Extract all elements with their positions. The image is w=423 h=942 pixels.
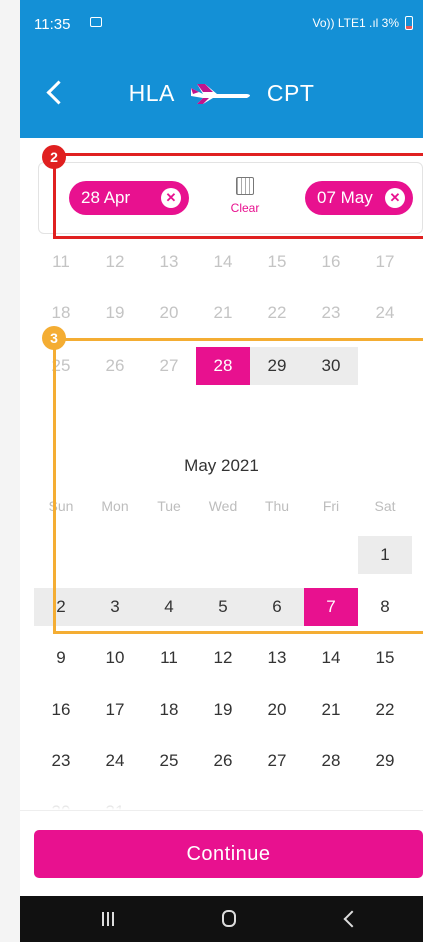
day-cell[interactable]: 19 — [88, 294, 142, 332]
day-cell[interactable]: 12 — [196, 639, 250, 677]
day-cell[interactable]: 24 — [88, 742, 142, 780]
day-cell[interactable]: 19 — [196, 691, 250, 729]
scroll-fade — [20, 780, 423, 810]
battery-icon — [405, 16, 413, 30]
day-cell[interactable]: 29 — [358, 742, 412, 780]
day-cell[interactable]: 24 — [358, 294, 412, 332]
day-cell[interactable]: 20 — [142, 294, 196, 332]
android-nav-bar — [20, 896, 423, 942]
status-indicators: Vo)) LTE1 .ıl 3% — [312, 16, 399, 30]
day-cell[interactable]: 23 — [304, 294, 358, 332]
day-cell[interactable]: 21 — [304, 691, 358, 729]
day-cell[interactable]: 28 — [304, 742, 358, 780]
day-cell[interactable]: 10 — [88, 639, 142, 677]
day-cell[interactable]: 11 — [34, 243, 88, 281]
destination-code: CPT — [266, 80, 315, 106]
day-cell[interactable]: 22 — [250, 294, 304, 332]
continue-bar: Continue — [20, 810, 423, 897]
annotation-box-red — [53, 153, 423, 239]
day-cell[interactable]: 23 — [34, 742, 88, 780]
back-icon[interactable] — [343, 910, 361, 928]
day-cell[interactable]: 18 — [142, 691, 196, 729]
day-cell[interactable]: 9 — [34, 639, 88, 677]
day-cell[interactable]: 17 — [358, 243, 412, 281]
status-right: Vo)) LTE1 .ıl 3% — [313, 16, 413, 30]
day-cell[interactable]: 20 — [250, 691, 304, 729]
status-time: 11:35 — [34, 16, 71, 33]
header: HLA CPT — [20, 46, 423, 138]
day-cell[interactable]: 15 — [358, 639, 412, 677]
day-cell[interactable]: 16 — [304, 243, 358, 281]
day-cell[interactable]: 22 — [358, 691, 412, 729]
home-icon[interactable] — [222, 910, 236, 927]
day-cell[interactable]: 14 — [304, 639, 358, 677]
day-cell[interactable]: 27 — [250, 742, 304, 780]
day-cell[interactable]: 11 — [142, 639, 196, 677]
day-cell[interactable]: 26 — [196, 742, 250, 780]
image-notification-icon — [90, 17, 102, 27]
route-title: HLA CPT — [20, 80, 423, 107]
annotation-box-orange — [53, 338, 423, 634]
annotation-badge-orange: 3 — [42, 326, 66, 350]
origin-code: HLA — [128, 80, 175, 106]
annotation-badge-red: 2 — [42, 145, 66, 169]
recent-apps-icon[interactable] — [102, 912, 116, 926]
day-cell[interactable]: 12 — [88, 243, 142, 281]
continue-button[interactable]: Continue — [34, 830, 423, 878]
status-bar: 11:35 Vo)) LTE1 .ıl 3% — [20, 0, 423, 46]
day-cell[interactable]: 25 — [142, 742, 196, 780]
day-cell[interactable]: 15 — [250, 243, 304, 281]
day-cell[interactable]: 17 — [88, 691, 142, 729]
day-cell[interactable]: 14 — [196, 243, 250, 281]
day-cell[interactable]: 16 — [34, 691, 88, 729]
day-cell[interactable]: 21 — [196, 294, 250, 332]
airplane-icon — [190, 83, 250, 104]
day-cell[interactable]: 18 — [34, 294, 88, 332]
day-cell[interactable]: 13 — [250, 639, 304, 677]
day-cell[interactable]: 13 — [142, 243, 196, 281]
phone-screen: 11:35 Vo)) LTE1 .ıl 3% HLA CPT 28 Apr ✕ … — [20, 0, 423, 942]
